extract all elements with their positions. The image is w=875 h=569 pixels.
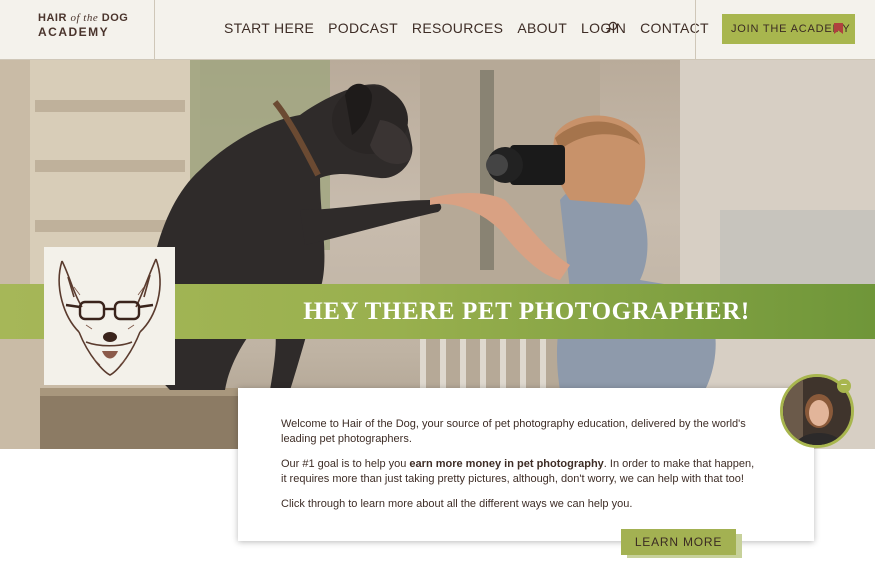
intro-paragraph-2: Our #1 goal is to help you earn more mon… xyxy=(281,458,755,485)
logo-line-1: HAIR of the DOG xyxy=(38,12,129,24)
nav-podcast[interactable]: PODCAST xyxy=(328,20,398,36)
nav-about[interactable]: ABOUT xyxy=(517,20,567,36)
nav-login[interactable]: LOGIN xyxy=(581,20,626,36)
intro-paragraph-1: Welcome to Hair of the Dog, your source … xyxy=(281,418,746,445)
site-header: HAIR of the DOG ACADEMY START HERE PODCAS… xyxy=(0,0,875,60)
nav-start-here[interactable]: START HERE xyxy=(224,20,314,36)
intro-card: Welcome to Hair of the Dog, your source … xyxy=(238,388,814,541)
logo[interactable]: HAIR of the DOG ACADEMY xyxy=(0,0,155,60)
intro-paragraph-3: Click through to learn more about all th… xyxy=(281,498,633,510)
hero-title: HEY THERE PET PHOTOGRAPHER! xyxy=(303,298,750,325)
chat-close-button[interactable]: − xyxy=(837,379,851,393)
corgi-icon xyxy=(58,258,161,376)
search-icon[interactable] xyxy=(606,21,618,33)
nav-resources[interactable]: RESOURCES xyxy=(412,20,503,36)
logo-line-2: ACADEMY xyxy=(38,25,110,39)
bookmark-icon xyxy=(834,23,843,34)
learn-more-button[interactable]: LEARN MORE xyxy=(621,529,736,555)
main-nav: START HERE PODCAST RESOURCES ABOUT LOGIN CONT… xyxy=(224,20,723,38)
corgi-illustration xyxy=(44,247,175,385)
emphasis-text: earn more money in pet photography xyxy=(409,458,604,470)
